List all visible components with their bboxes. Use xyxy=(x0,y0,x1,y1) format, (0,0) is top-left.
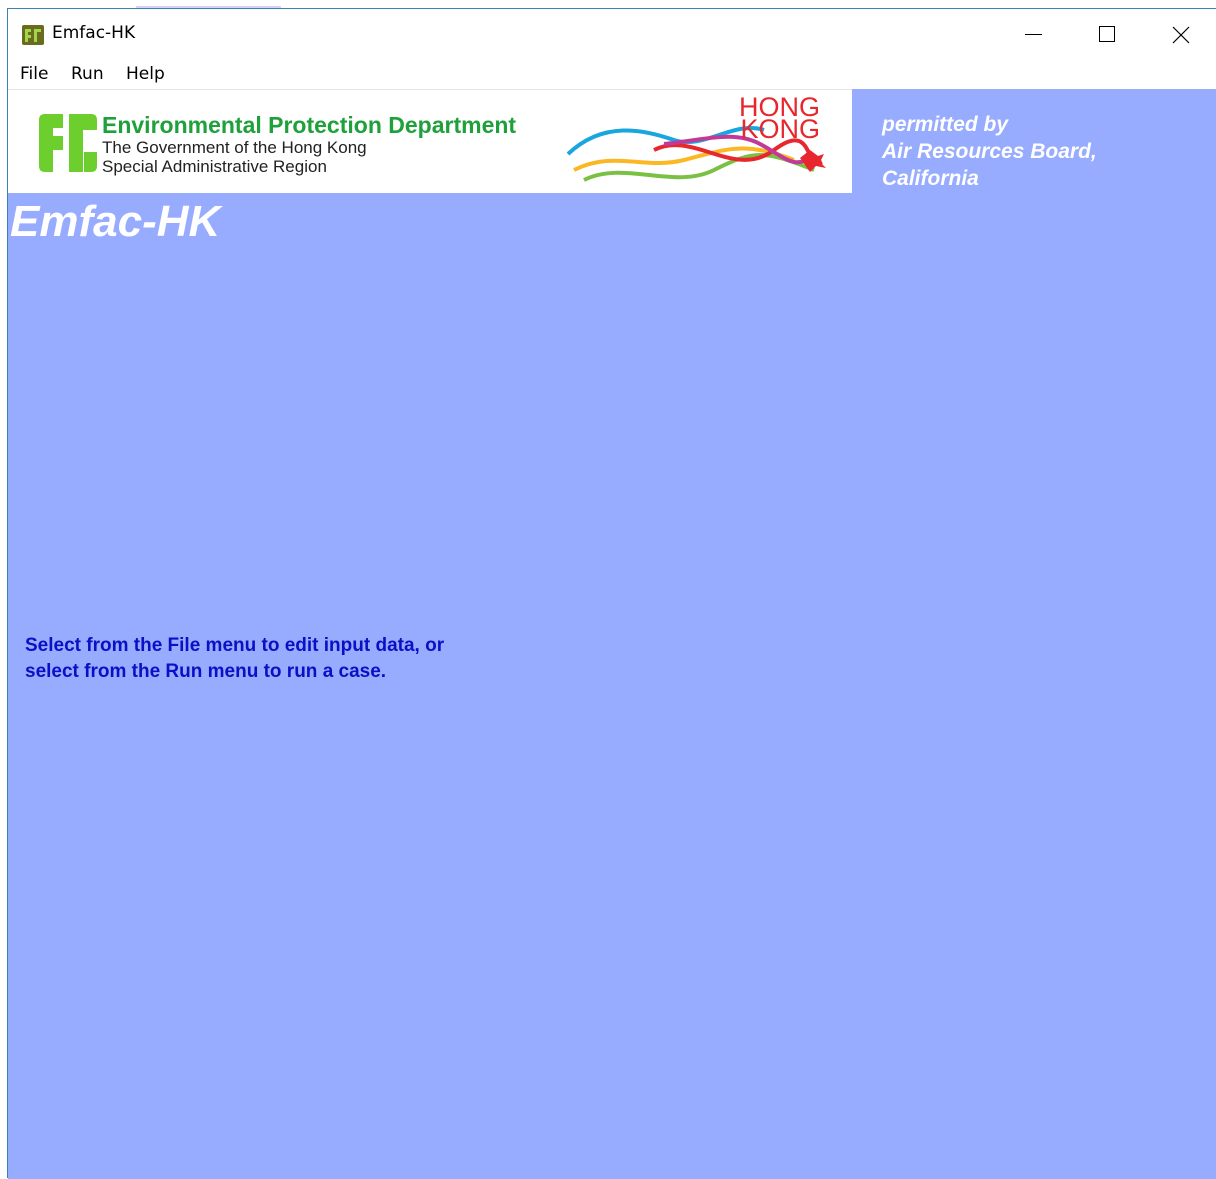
instruction-line-2: select from the Run menu to run a case. xyxy=(25,661,387,682)
maximize-icon xyxy=(1099,26,1115,42)
government-line-2: Special Administrative Region xyxy=(102,157,327,176)
permission-line-2: Air Resources Board, xyxy=(882,140,1097,163)
app-window: Emfac-HK File Run Help Environmental Pro… xyxy=(7,8,1216,1179)
main-client-area: Environmental Protection Department The … xyxy=(8,89,1216,1179)
maximize-button[interactable] xyxy=(1070,9,1144,59)
title-bar[interactable]: Emfac-HK xyxy=(8,9,1216,59)
menu-run[interactable]: Run xyxy=(71,64,104,84)
epd-government-text: The Government of the Hong Kong Special … xyxy=(102,138,367,176)
epd-logo xyxy=(37,112,99,174)
permission-line-3: California xyxy=(882,167,979,190)
app-title: Emfac-HK xyxy=(10,197,221,246)
close-button[interactable] xyxy=(1142,9,1216,59)
government-line-1: The Government of the Hong Kong xyxy=(102,138,367,157)
permission-line-1: permitted by xyxy=(882,113,1009,136)
menu-help[interactable]: Help xyxy=(126,64,165,84)
menu-bar: File Run Help xyxy=(8,59,1216,89)
instruction-text: Select from the File menu to edit input … xyxy=(25,633,444,685)
instruction-line-1: Select from the File menu to edit input … xyxy=(25,635,445,656)
epd-department-name: Environmental Protection Department xyxy=(102,112,517,138)
close-icon xyxy=(1172,26,1190,44)
permission-text: permitted by Air Resources Board, Califo… xyxy=(882,111,1097,192)
minimize-icon xyxy=(1025,34,1042,35)
minimize-button[interactable] xyxy=(996,9,1070,59)
epd-logo-icon xyxy=(22,25,44,45)
window-title: Emfac-HK xyxy=(52,23,136,43)
menu-file[interactable]: File xyxy=(20,64,48,84)
hong-kong-wordmark: HONG KONG xyxy=(739,92,820,144)
header-banner: Environmental Protection Department The … xyxy=(8,89,852,193)
